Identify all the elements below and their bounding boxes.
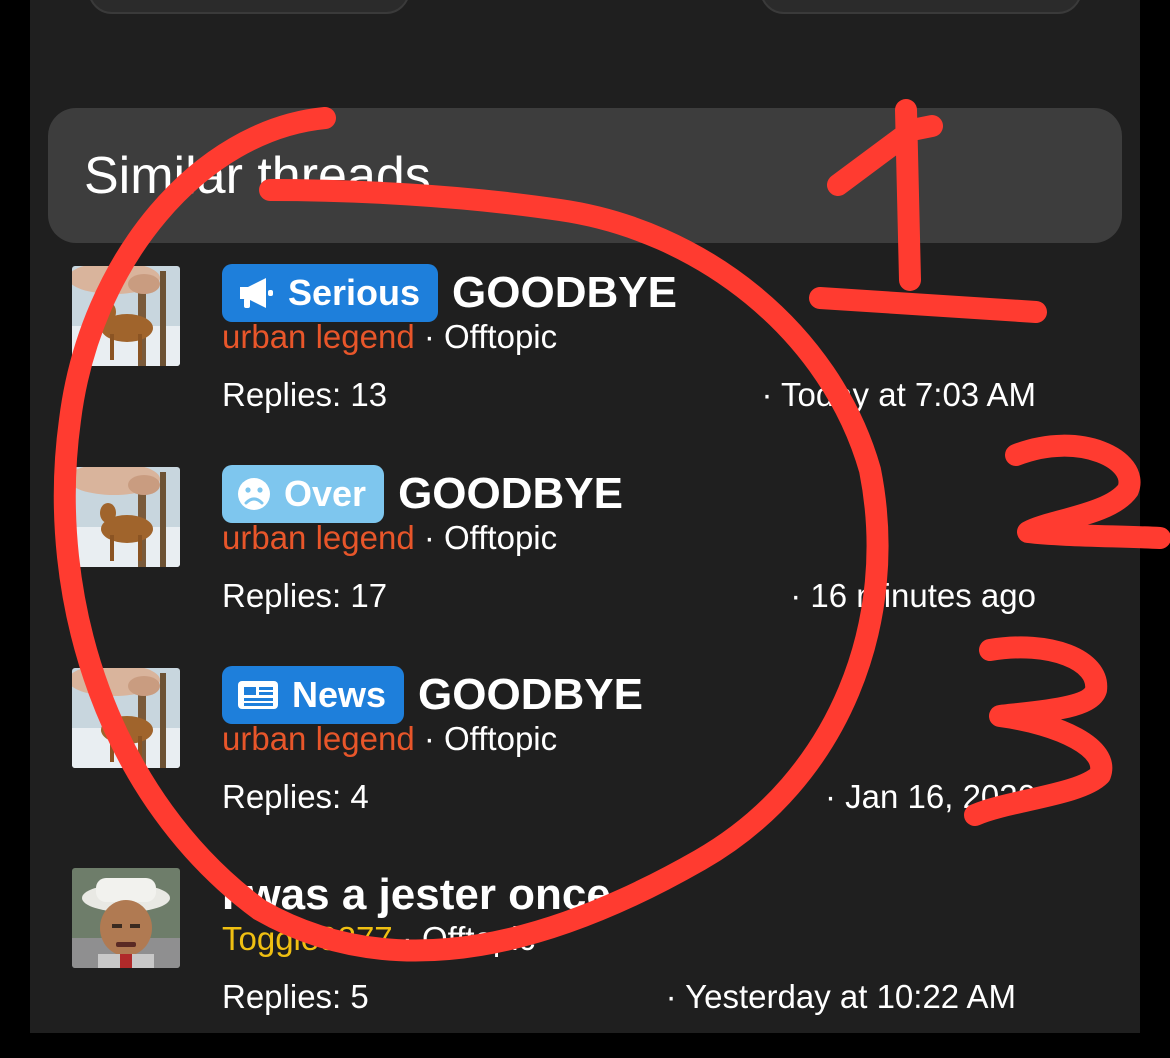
- similar-threads-header: Similar threads: [48, 108, 1122, 243]
- top-button-left[interactable]: [88, 0, 410, 14]
- author-link[interactable]: urban legend: [222, 519, 415, 556]
- author-link[interactable]: urban legend: [222, 318, 415, 355]
- thread-title[interactable]: I was a jester once: [222, 870, 611, 920]
- meta-separator: ·: [423, 318, 435, 355]
- thread-meta: urban legend · Offtopic: [222, 519, 557, 557]
- replies-count: Replies: 17: [222, 577, 388, 614]
- newspaper-icon: [238, 681, 278, 709]
- forum-link[interactable]: Offtopic: [422, 920, 535, 957]
- replies-count: Replies: 5: [222, 978, 369, 1015]
- thread-item[interactable]: Serious GOODBYE urban legend · Offtopic …: [0, 264, 1170, 456]
- forum-link[interactable]: Offtopic: [444, 318, 557, 355]
- meta-separator: ·: [401, 920, 413, 957]
- last-post-date[interactable]: · Today at 7:03 AM: [761, 376, 1036, 414]
- prefix-label[interactable]: Over: [222, 465, 385, 523]
- avatar[interactable]: [72, 467, 180, 567]
- replies-count: Replies: 13: [222, 376, 388, 413]
- top-button-right[interactable]: [760, 0, 1082, 14]
- last-post-date[interactable]: · Jan 16, 2020: [825, 778, 1036, 816]
- thread-meta: urban legend · Offtopic: [222, 720, 557, 758]
- replies-count: Replies: 4: [222, 778, 369, 815]
- author-link[interactable]: Toggle9877: [222, 920, 393, 957]
- meta-separator: ·: [423, 720, 435, 757]
- thread-title[interactable]: GOODBYE: [418, 670, 643, 720]
- thread-item[interactable]: I was a jester once Toggle9877 · Offtopi…: [0, 868, 1170, 1058]
- prefix-text: News: [292, 674, 387, 715]
- forum-link[interactable]: Offtopic: [444, 720, 557, 757]
- thread-title[interactable]: GOODBYE: [452, 268, 677, 318]
- sad-face-icon: [238, 478, 270, 510]
- avatar[interactable]: [72, 868, 180, 968]
- thread-item[interactable]: News GOODBYE urban legend · Offtopic Rep…: [0, 666, 1170, 858]
- thread-item[interactable]: Over GOODBYE urban legend · Offtopic Rep…: [0, 465, 1170, 657]
- thread-title[interactable]: GOODBYE: [398, 469, 623, 519]
- prefix-text: Serious: [288, 272, 421, 313]
- last-post-date[interactable]: · 16 minutes ago: [790, 577, 1036, 615]
- megaphone-icon: [240, 278, 273, 308]
- forum-link[interactable]: Offtopic: [444, 519, 557, 556]
- prefix-label[interactable]: News: [222, 666, 405, 724]
- author-link[interactable]: urban legend: [222, 720, 415, 757]
- last-post-date[interactable]: · Yesterday at 10:22 AM: [666, 978, 1016, 1016]
- avatar[interactable]: [72, 668, 180, 768]
- prefix-label[interactable]: Serious: [222, 264, 439, 322]
- meta-separator: ·: [423, 519, 435, 556]
- prefix-text: Over: [284, 473, 367, 514]
- section-title: Similar threads: [84, 147, 431, 205]
- thread-meta: urban legend · Offtopic: [222, 318, 557, 356]
- avatar[interactable]: [72, 266, 180, 366]
- thread-meta: Toggle9877 · Offtopic: [222, 920, 535, 958]
